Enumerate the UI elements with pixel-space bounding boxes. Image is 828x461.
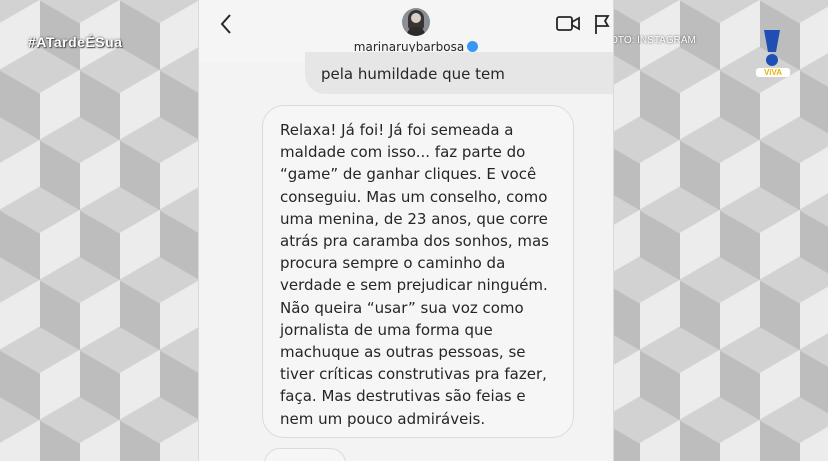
- message-bubble[interactable]: Relaxa! Já foi! Já foi semeada a maldade…: [262, 105, 574, 438]
- logo-mark-icon: [764, 30, 780, 66]
- flag-icon[interactable]: [593, 13, 611, 35]
- photo-credit: FOTO: INSTAGRAM: [604, 35, 696, 46]
- chevron-left-icon[interactable]: [217, 12, 237, 36]
- avatar[interactable]: [402, 8, 430, 36]
- previous-message-text: pela humildade que tem: [321, 65, 505, 83]
- verified-badge-icon: [467, 41, 479, 52]
- hashtag-overlay: #ATardeÉSua: [28, 34, 123, 50]
- instagram-dm-screen: marinaruybarbosa pela humildade que tem …: [198, 0, 614, 461]
- message-text: Relaxa! Já foi! Já foi semeada a maldade…: [280, 121, 549, 428]
- channel-logo: ViVA: [756, 26, 790, 82]
- next-message-bubble: [264, 448, 346, 461]
- video-camera-icon[interactable]: [555, 13, 581, 33]
- logo-text: ViVA: [756, 68, 790, 77]
